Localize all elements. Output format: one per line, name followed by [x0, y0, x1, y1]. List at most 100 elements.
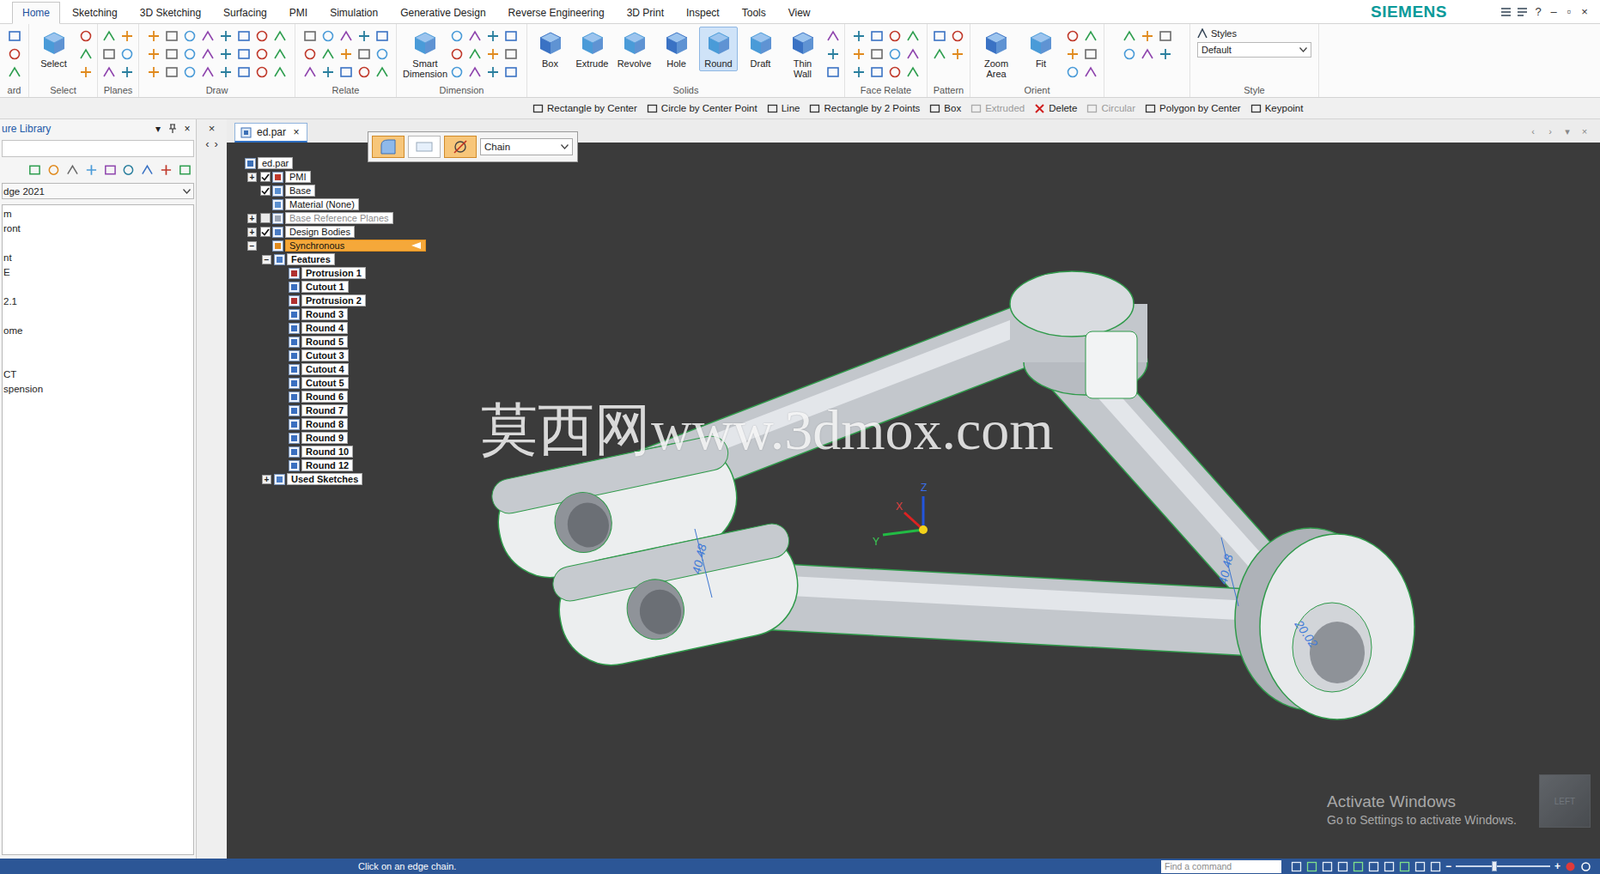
tool-icon[interactable]	[851, 64, 867, 80]
tool-icon[interactable]	[200, 46, 216, 62]
tree-row[interactable]: Cutout 1	[230, 279, 426, 294]
menu-icon[interactable]	[1500, 6, 1512, 18]
tree-label[interactable]: Used Sketches	[286, 473, 363, 486]
window-control[interactable]: ?	[1533, 6, 1544, 19]
edge-select-button[interactable]	[444, 135, 477, 159]
tool-icon[interactable]	[1139, 28, 1156, 44]
tool-icon[interactable]	[374, 28, 390, 44]
tool-icon[interactable]	[65, 162, 80, 178]
ribbon-tab[interactable]: Inspect	[675, 1, 731, 25]
status-tool-icon[interactable]	[1429, 861, 1442, 873]
tool-icon[interactable]	[905, 46, 921, 62]
tool-icon[interactable]	[101, 64, 117, 80]
tree-label[interactable]: Base	[285, 184, 316, 197]
ribbon-tab[interactable]: View	[778, 1, 822, 25]
command-item[interactable]: Box	[929, 103, 962, 115]
tree-label[interactable]: Round 5	[301, 335, 348, 348]
status-tool-icon[interactable]	[1368, 861, 1380, 873]
tool-icon[interactable]	[101, 28, 117, 44]
tool-icon[interactable]	[887, 46, 903, 62]
tree-row[interactable]: Cutout 3	[230, 348, 426, 363]
library-item[interactable]	[2, 338, 194, 353]
tool-icon[interactable]	[78, 64, 94, 80]
ribbon-button[interactable]: Thin Wall	[783, 26, 822, 82]
tool-icon[interactable]	[146, 46, 162, 62]
tool-icon[interactable]	[78, 28, 94, 44]
tree-row[interactable]: Round 7	[230, 403, 426, 418]
zoom-thumb[interactable]	[1491, 861, 1497, 872]
panel-menu[interactable]: ▾	[152, 122, 164, 135]
tool-icon[interactable]	[78, 46, 94, 62]
tool-icon[interactable]	[302, 46, 318, 62]
tree-label[interactable]: Base Reference Planes	[285, 212, 394, 225]
library-item[interactable]: ront	[2, 221, 194, 237]
tree-row[interactable]: Round 9	[230, 431, 426, 445]
tool-icon[interactable]	[467, 64, 483, 80]
plane-select-button[interactable]	[407, 135, 441, 159]
tool-icon[interactable]	[449, 64, 465, 80]
tool-icon[interactable]	[1064, 64, 1081, 80]
status-tool-icon[interactable]	[1414, 861, 1426, 873]
tool-icon[interactable]	[218, 46, 234, 62]
command-item[interactable]: Rectangle by Center	[532, 103, 638, 115]
command-item[interactable]: Circular	[1086, 103, 1136, 115]
tool-icon[interactable]	[302, 28, 318, 44]
tool-icon[interactable]	[236, 28, 252, 44]
tree-row[interactable]: Round 8	[230, 417, 426, 432]
tool-icon[interactable]	[139, 162, 155, 178]
settings-icon[interactable]	[1580, 861, 1592, 873]
document-control[interactable]: ×	[1579, 125, 1590, 138]
library-item[interactable]: ome	[2, 323, 194, 339]
tree-label[interactable]: Round 3	[301, 308, 348, 321]
ribbon-tab[interactable]: PMI	[279, 1, 318, 25]
tool-icon[interactable]	[338, 64, 354, 80]
tree-label[interactable]: Cutout 5	[301, 377, 349, 390]
status-tool-icon[interactable]	[1337, 861, 1349, 873]
ribbon-tab[interactable]: Tools	[731, 1, 777, 25]
dimension-annotations[interactable]: 40.4840.4820.02	[689, 529, 1321, 651]
tool-icon[interactable]	[449, 46, 465, 62]
tool-icon[interactable]	[164, 64, 180, 80]
tree-label[interactable]: Round 7	[301, 404, 348, 417]
tree-checkbox[interactable]	[260, 226, 271, 238]
tool-icon[interactable]	[485, 28, 501, 44]
ribbon-tab[interactable]: 3D Print	[616, 1, 675, 25]
panel-close[interactable]: ×	[182, 122, 193, 135]
tool-icon[interactable]	[158, 162, 174, 178]
tree-row[interactable]: Round 6	[230, 389, 426, 404]
tool-icon[interactable]	[825, 28, 841, 44]
command-item[interactable]: Rectangle by 2 Points	[809, 103, 920, 115]
tool-icon[interactable]	[119, 46, 135, 62]
ribbon-tab[interactable]: 3D Sketching	[129, 1, 212, 25]
tool-icon[interactable]	[374, 64, 390, 80]
tool-icon[interactable]	[1064, 46, 1081, 62]
tree-row[interactable]: Cutout 4	[230, 362, 426, 377]
ribbon-button[interactable]: Hole	[657, 26, 696, 72]
tool-icon[interactable]	[272, 46, 288, 62]
tool-icon[interactable]	[931, 46, 948, 62]
tree-label[interactable]: Round 12	[301, 459, 353, 472]
tree-label[interactable]: Round 8	[301, 418, 348, 431]
viewport[interactable]: 40.4840.4820.02ZXYed.par+PMIBaseMaterial…	[226, 142, 1600, 859]
tool-icon[interactable]	[200, 28, 216, 44]
tool-icon[interactable]	[869, 64, 885, 80]
library-item[interactable]	[2, 309, 194, 324]
tool-icon[interactable]	[887, 64, 903, 80]
ribbon-button[interactable]: Revolve	[614, 26, 654, 72]
tool-icon[interactable]	[103, 162, 118, 178]
tree-row[interactable]: +Base Reference Planes	[230, 211, 426, 226]
status-tool-icon[interactable]	[1352, 861, 1364, 873]
tool-icon[interactable]	[851, 46, 867, 62]
ribbon-tab[interactable]: Home	[12, 1, 61, 25]
tool-icon[interactable]	[485, 46, 501, 62]
tool-icon[interactable]	[164, 28, 180, 44]
library-item[interactable]	[2, 236, 194, 251]
tool-icon[interactable]	[356, 46, 372, 62]
view-cube[interactable]: LEFT	[1539, 774, 1591, 828]
tool-icon[interactable]	[869, 46, 885, 62]
tool-icon[interactable]	[485, 64, 501, 80]
tree-row[interactable]: −Synchronous	[230, 238, 426, 253]
command-item[interactable]: Polygon by Center	[1144, 103, 1242, 115]
library-item[interactable]	[2, 279, 194, 295]
chevron-down-icon[interactable]	[560, 144, 569, 150]
